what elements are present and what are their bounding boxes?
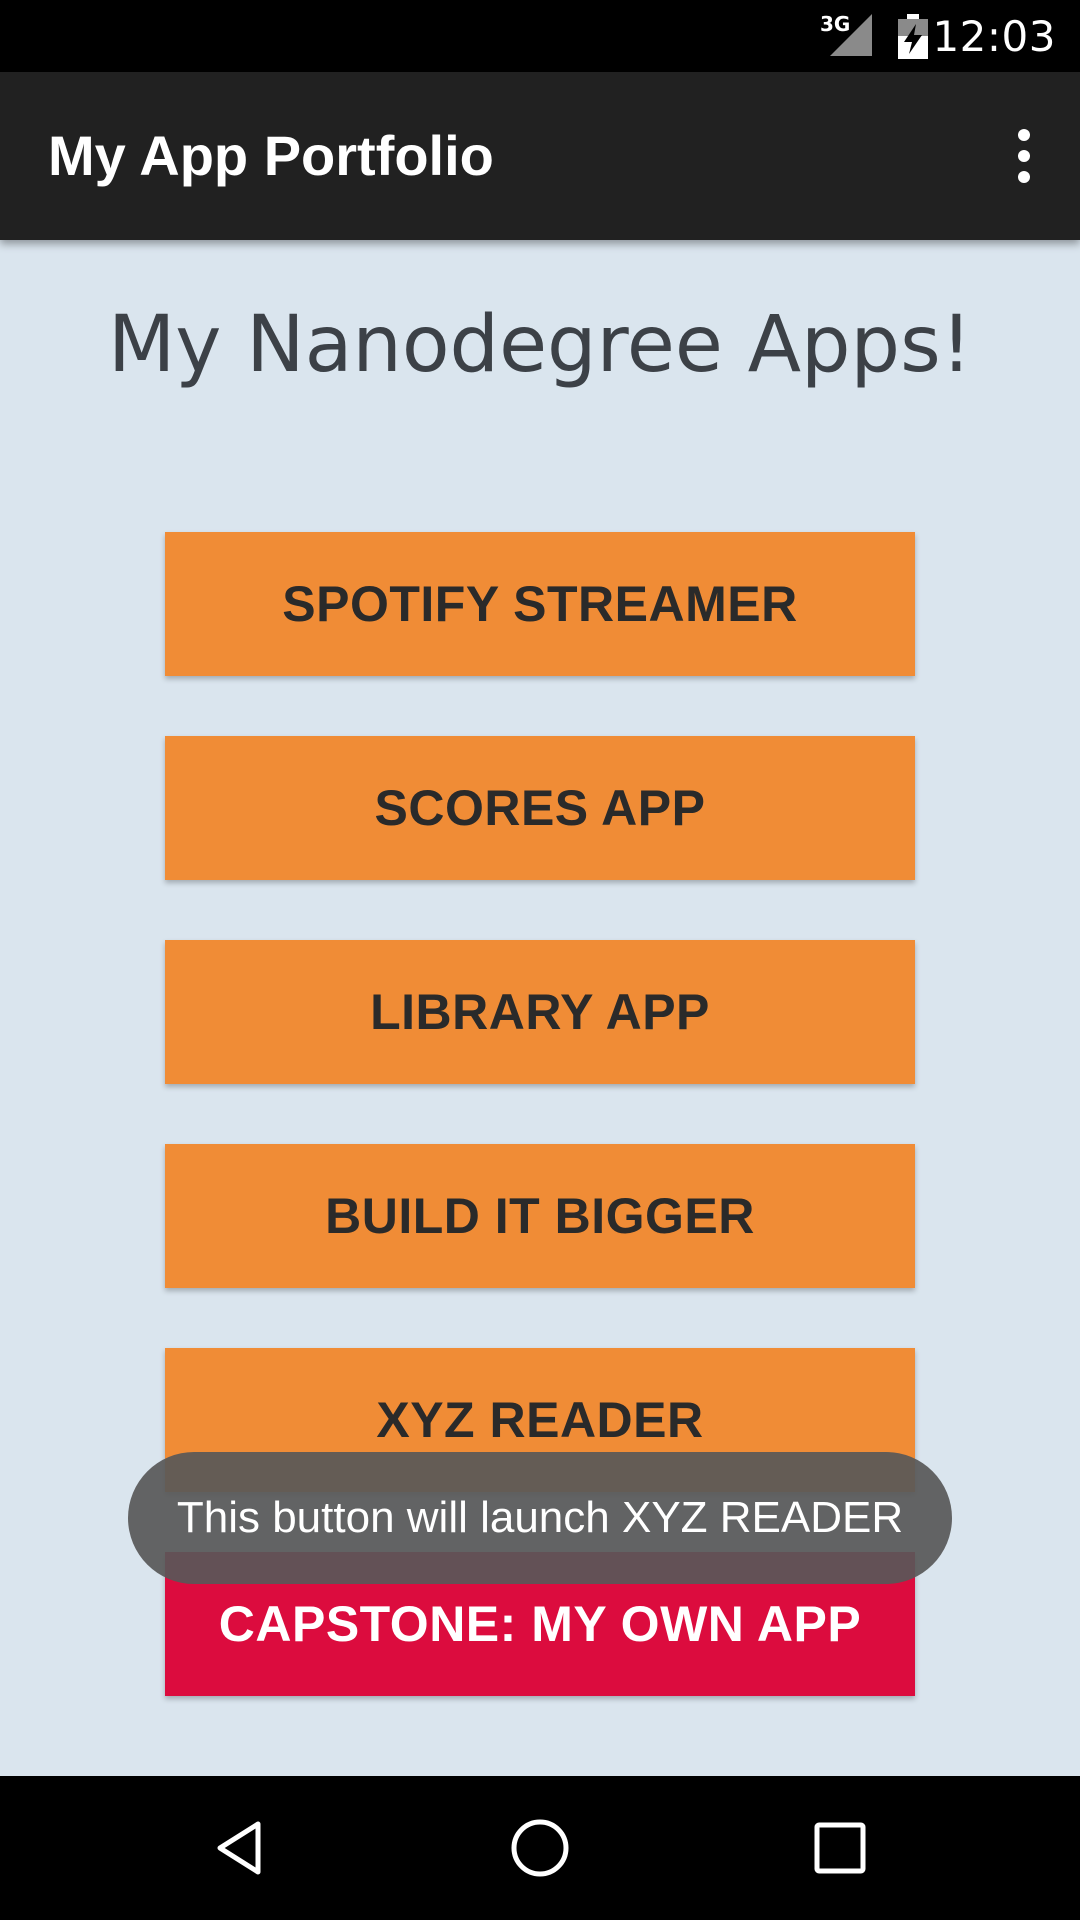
navigation-bar [0,1776,1080,1920]
battery-charging-icon [898,14,928,59]
home-icon [511,1819,569,1877]
spotify-streamer-button[interactable]: SPOTIFY STREAMER [165,532,915,676]
app-bar: My App Portfolio [0,72,1080,240]
build-it-bigger-button[interactable]: BUILD IT BIGGER [165,1144,915,1288]
scores-app-button[interactable]: SCORES APP [165,736,915,880]
back-button[interactable] [170,1776,310,1920]
app-title: My App Portfolio [48,124,494,187]
cell-signal-icon [830,14,872,56]
recents-icon [814,1822,866,1874]
home-button[interactable] [470,1776,610,1920]
toast-message: This button will launch XYZ READER [128,1452,952,1584]
recents-button[interactable] [770,1776,910,1920]
back-icon [217,1821,261,1875]
status-bar: 3G 12:03 [0,0,1080,72]
page-heading: My Nanodegree Apps! [108,300,972,390]
status-time: 12:03 [932,12,1056,61]
overflow-menu-icon[interactable] [992,124,1056,188]
library-app-button[interactable]: LIBRARY APP [165,940,915,1084]
